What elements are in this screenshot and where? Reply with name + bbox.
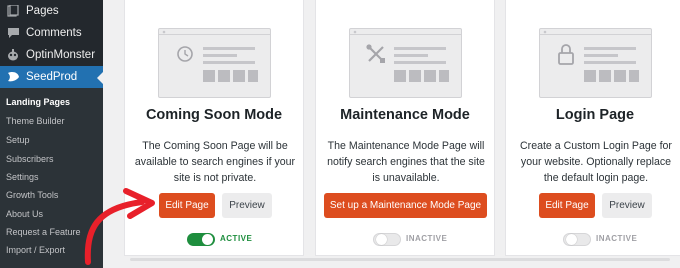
menu-item-label: Comments: [26, 27, 82, 39]
pages-icon: [5, 3, 21, 19]
status-label: INACTIVE: [596, 234, 638, 243]
maintenance-toggle[interactable]: [373, 233, 401, 246]
coming-soon-card: Coming Soon Mode The Coming Soon Page wi…: [124, 0, 304, 256]
toggle-knob: [566, 234, 577, 245]
menu-item-label: OptinMonster: [26, 49, 96, 61]
landing-pages-content: Coming Soon Mode The Coming Soon Page wi…: [103, 0, 680, 268]
comments-icon: [5, 25, 21, 41]
card-description: Create a Custom Login Page for your webs…: [520, 140, 672, 184]
submenu-item-landing-pages[interactable]: Landing Pages: [6, 93, 70, 111]
edit-page-button[interactable]: Edit Page: [539, 193, 595, 218]
admin-sidebar: Pages Comments OptinMonster SeedProd Lan…: [0, 0, 103, 268]
card-title: Login Page: [555, 107, 635, 123]
submenu-item-setup[interactable]: Setup: [6, 131, 30, 149]
seedprod-icon: [5, 69, 21, 85]
status-label: ACTIVE: [220, 234, 253, 243]
submenu-item-settings[interactable]: Settings: [6, 168, 39, 186]
submenu-item-about-us[interactable]: About Us: [6, 205, 43, 223]
setup-maintenance-button[interactable]: Set up a Maintenance Mode Page: [324, 193, 487, 218]
horizontal-scrollbar[interactable]: [130, 258, 670, 261]
menu-item-pages[interactable]: Pages: [0, 0, 103, 22]
toggle-knob: [376, 234, 387, 245]
seedprod-submenu: Landing Pages Theme Builder Setup Subscr…: [0, 88, 103, 268]
login-page-toggle[interactable]: [563, 233, 591, 246]
optinmonster-icon: [5, 47, 21, 63]
menu-item-seedprod[interactable]: SeedProd: [0, 66, 103, 88]
card-description: The Maintenance Mode Page will notify se…: [327, 140, 485, 184]
status-label: INACTIVE: [406, 234, 448, 243]
clock-icon: [177, 46, 193, 62]
lock-icon: [558, 44, 574, 65]
card-title: Maintenance Mode: [340, 107, 470, 123]
login-thumbnail: [539, 28, 652, 98]
card-description: The Coming Soon Page will be available t…: [134, 140, 296, 184]
menu-item-label: SeedProd: [26, 71, 78, 83]
preview-button[interactable]: Preview: [602, 193, 652, 218]
submenu-item-subscribers[interactable]: Subscribers: [6, 150, 54, 168]
menu-item-label: Pages: [26, 5, 59, 17]
menu-item-optinmonster[interactable]: OptinMonster: [0, 44, 103, 66]
preview-button[interactable]: Preview: [222, 193, 272, 218]
tools-icon: [366, 44, 385, 63]
coming-soon-toggle[interactable]: [187, 233, 215, 246]
maintenance-card: Maintenance Mode The Maintenance Mode Pa…: [315, 0, 495, 256]
toggle-knob: [202, 234, 213, 245]
submenu-item-request-feature[interactable]: Request a Feature: [6, 223, 81, 241]
maintenance-thumbnail: [349, 28, 462, 98]
submenu-item-theme-builder[interactable]: Theme Builder: [6, 112, 65, 130]
login-page-card: Login Page Create a Custom Login Page fo…: [505, 0, 680, 256]
submenu-item-growth-tools[interactable]: Growth Tools: [6, 186, 58, 204]
coming-soon-thumbnail: [158, 28, 271, 98]
menu-item-comments[interactable]: Comments: [0, 22, 103, 44]
card-title: Coming Soon Mode: [145, 107, 283, 123]
submenu-item-import-export[interactable]: Import / Export: [6, 241, 65, 259]
edit-page-button[interactable]: Edit Page: [159, 193, 215, 218]
